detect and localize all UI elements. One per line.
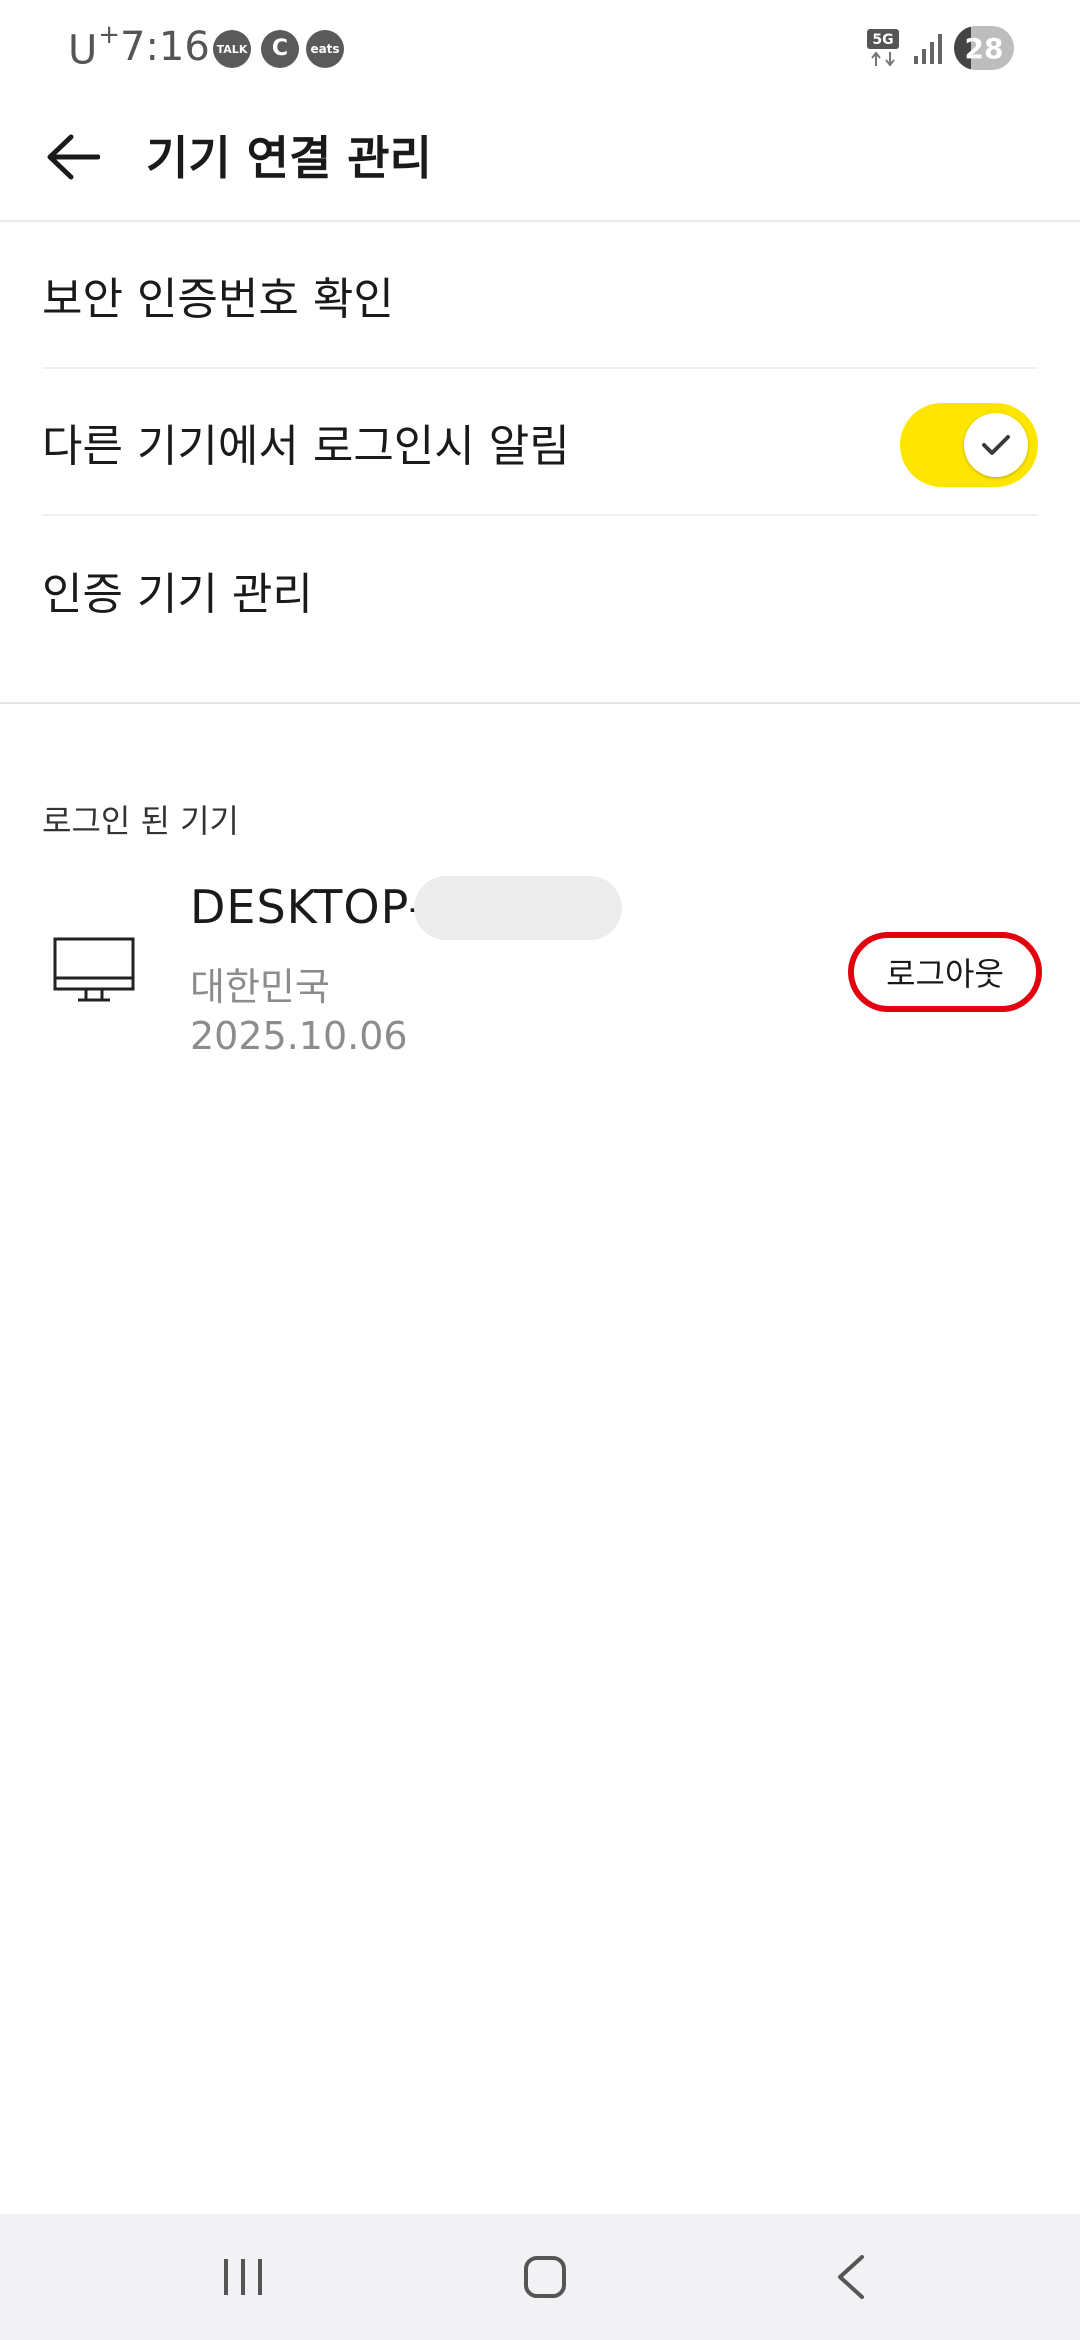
carrier-label: U+ (68, 20, 122, 74)
recent-apps-icon (224, 2259, 262, 2295)
redaction-mask (414, 876, 622, 940)
svg-text:5G: 5G (872, 32, 893, 48)
battery-indicator: 28 (954, 26, 1014, 70)
section-divider (0, 702, 1080, 704)
setting-security-code[interactable]: 보안 인증번호 확인 (42, 222, 1038, 369)
system-back-button[interactable] (818, 2244, 884, 2310)
app-bar: 기기 연결 관리 (0, 96, 1080, 222)
coupang-eats-icon: eats (306, 30, 344, 68)
settings-list: 보안 인증번호 확인 다른 기기에서 로그인시 알림 인증 기기 관리 (0, 222, 1080, 663)
home-button[interactable] (512, 2244, 578, 2310)
desktop-monitor-icon (53, 937, 135, 1002)
page-title: 기기 연결 관리 (146, 131, 432, 185)
checkmark-icon (982, 435, 1010, 455)
setting-label: 인증 기기 관리 (42, 568, 313, 620)
arrow-left-icon (47, 134, 100, 180)
screen: U+ 7:16 TALK C eats 5G 28 기기 연결 관리 보안 인증… (0, 0, 1080, 2340)
kakaotalk-icon: TALK (213, 30, 251, 68)
setting-label: 보안 인증번호 확인 (42, 273, 394, 325)
coupang-icon: C (261, 30, 299, 68)
logged-in-devices-header: 로그인 된 기기 (42, 802, 239, 840)
system-nav-bar (0, 2214, 1080, 2340)
login-alert-toggle[interactable] (900, 403, 1038, 487)
recent-apps-button[interactable] (210, 2244, 276, 2310)
setting-auth-device-management[interactable]: 인증 기기 관리 (42, 516, 1038, 663)
signal-icon (914, 34, 942, 64)
status-bar: U+ 7:16 TALK C eats 5G 28 (0, 0, 1080, 96)
toggle-knob (964, 413, 1028, 477)
device-location: 대한민국 (190, 965, 330, 1009)
nav-back-icon (838, 2255, 864, 2299)
back-button[interactable] (40, 124, 106, 190)
setting-login-alert[interactable]: 다른 기기에서 로그인시 알림 (42, 369, 1038, 516)
setting-label: 다른 기기에서 로그인시 알림 (42, 420, 570, 472)
network-5g-icon: 5G (867, 29, 899, 67)
device-login-date: 2025.10.06 (190, 1014, 408, 1058)
device-name: DESKTOP- (190, 880, 426, 934)
logout-button[interactable]: 로그아웃 (848, 932, 1042, 1012)
home-icon (524, 2256, 566, 2298)
status-time: 7:16 (120, 24, 210, 70)
device-row: DESKTOP- 대한민국 2025.10.06 로그아웃 (0, 870, 1080, 1070)
